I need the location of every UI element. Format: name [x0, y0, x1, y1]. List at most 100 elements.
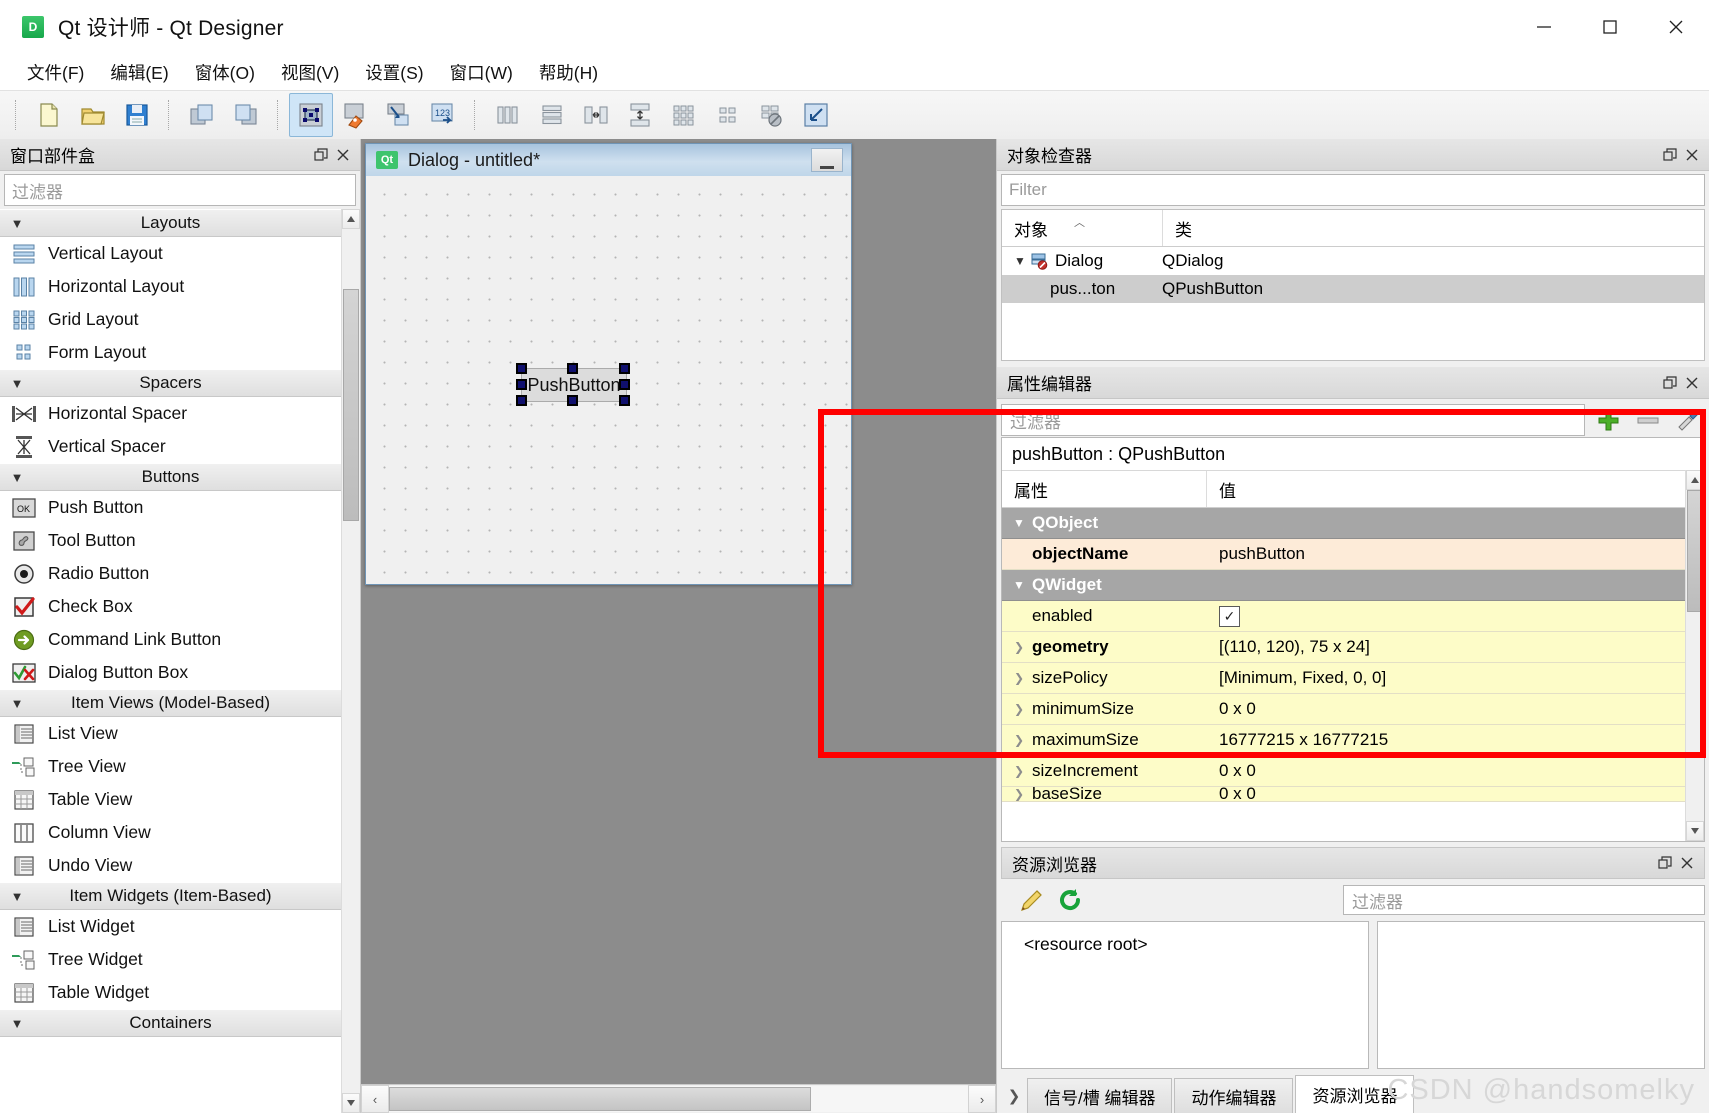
property-group-qwidget[interactable]: ▼ QWidget	[1002, 570, 1704, 601]
minimize-button[interactable]	[1511, 0, 1577, 54]
chevron-down-icon[interactable]: ▼	[1008, 516, 1030, 530]
widget-item-dialog-button-box[interactable]: Dialog Button Box	[0, 656, 341, 689]
widget-category-containers[interactable]: ▼ Containers	[0, 1009, 341, 1037]
form-canvas[interactable]: PushButton	[366, 176, 851, 584]
close-icon[interactable]	[332, 144, 354, 166]
new-file-icon[interactable]	[27, 93, 71, 137]
property-row-minimumsize[interactable]: ❯ minimumSize 0 x 0	[1002, 694, 1704, 725]
widget-item-form-layout[interactable]: Form Layout	[0, 336, 341, 369]
menu-window[interactable]: 窗口(W)	[437, 56, 526, 89]
reload-refresh-icon[interactable]	[1051, 883, 1089, 917]
edit-widgets-icon[interactable]	[289, 93, 333, 137]
widget-item-push-button[interactable]: OK Push Button	[0, 491, 341, 524]
float-icon[interactable]	[1659, 144, 1681, 166]
chevron-right-icon[interactable]: ❯	[1008, 702, 1030, 716]
object-column-header[interactable]: 对象 ︿	[1002, 210, 1163, 246]
property-row-sizeincrement[interactable]: ❯ sizeIncrement 0 x 0	[1002, 756, 1704, 787]
widget-category-item-views[interactable]: ▼ Item Views (Model-Based)	[0, 689, 341, 717]
layout-form-icon[interactable]	[706, 93, 750, 137]
tree-row[interactable]: pus...ton QPushButton	[1002, 275, 1704, 303]
maximize-button[interactable]	[1577, 0, 1643, 54]
edit-signals-slots-icon[interactable]	[333, 93, 377, 137]
layout-splitter-v-icon[interactable]	[618, 93, 662, 137]
chevron-right-icon[interactable]: ❯	[1008, 787, 1030, 801]
property-row-maximumsize[interactable]: ❯ maximumSize 16777215 x 16777215	[1002, 725, 1704, 756]
chevron-down-icon[interactable]: ▼	[1010, 254, 1030, 268]
chevron-right-icon[interactable]: ❯	[1008, 640, 1030, 654]
edit-buddies-icon[interactable]	[377, 93, 421, 137]
chevron-right-icon[interactable]: ❯	[1008, 671, 1030, 685]
menu-edit[interactable]: 编辑(E)	[97, 56, 181, 89]
configure-icon[interactable]	[1671, 405, 1705, 435]
scrollbar-thumb[interactable]	[1687, 490, 1703, 612]
scroll-up-icon[interactable]	[1686, 470, 1704, 490]
edit-tab-order-icon[interactable]: 123	[421, 93, 465, 137]
close-icon[interactable]	[1681, 372, 1703, 394]
widget-box-scrollbar[interactable]	[341, 209, 360, 1113]
form-area-hscrollbar[interactable]: ‹ ›	[361, 1084, 996, 1113]
add-icon[interactable]	[1591, 405, 1625, 435]
property-table-scrollbar[interactable]	[1685, 470, 1704, 841]
resize-handle-middle-right[interactable]	[619, 379, 630, 390]
widget-item-horizontal-spacer[interactable]: Horizontal Spacer	[0, 397, 341, 430]
layout-grid-icon[interactable]	[662, 93, 706, 137]
tab-signal-slot-editor[interactable]: 信号/槽 编辑器	[1027, 1078, 1173, 1113]
remove-icon[interactable]	[1631, 405, 1665, 435]
widget-item-list-view[interactable]: List View	[0, 717, 341, 750]
float-icon[interactable]	[1659, 372, 1681, 394]
property-row-enabled[interactable]: enabled ✓	[1002, 601, 1704, 632]
resize-handle-bottom-right[interactable]	[619, 395, 630, 406]
redo-icon[interactable]	[224, 93, 268, 137]
resize-handle-bottom-left[interactable]	[516, 395, 527, 406]
menu-view[interactable]: 视图(V)	[268, 56, 352, 89]
open-file-icon[interactable]	[71, 93, 115, 137]
menu-settings[interactable]: 设置(S)	[352, 56, 436, 89]
tab-scroll-right-icon[interactable]: ❯	[1001, 1079, 1027, 1113]
resize-handle-middle-left[interactable]	[516, 379, 527, 390]
tree-row[interactable]: ▼ Dialog QDialog	[1002, 247, 1704, 275]
scroll-down-icon[interactable]	[342, 1093, 360, 1113]
chevron-down-icon[interactable]: ▼	[1008, 578, 1030, 592]
property-value[interactable]: 16777215 x 16777215	[1207, 730, 1704, 750]
tab-action-editor[interactable]: 动作编辑器	[1174, 1078, 1294, 1113]
property-value[interactable]: 0 x 0	[1207, 787, 1704, 801]
widget-item-table-view[interactable]: Table View	[0, 783, 341, 816]
pencil-edit-icon[interactable]	[1013, 883, 1051, 917]
widget-item-command-link-button[interactable]: Command Link Button	[0, 623, 341, 656]
adjust-size-icon[interactable]	[794, 93, 838, 137]
property-filter-input[interactable]: 过滤器	[1001, 404, 1585, 436]
resize-handle-top-left[interactable]	[516, 363, 527, 374]
widget-item-column-view[interactable]: Column View	[0, 816, 341, 849]
close-icon[interactable]	[1681, 144, 1703, 166]
resize-handle-top-center[interactable]	[567, 363, 578, 374]
float-icon[interactable]	[1654, 852, 1676, 874]
property-column-header[interactable]: 属性	[1002, 471, 1207, 507]
scroll-down-icon[interactable]	[1686, 821, 1704, 841]
undo-icon[interactable]	[180, 93, 224, 137]
property-value[interactable]: [(110, 120), 75 x 24]	[1207, 637, 1704, 657]
layout-horizontally-icon[interactable]	[486, 93, 530, 137]
save-file-icon[interactable]	[115, 93, 159, 137]
resource-filter-input[interactable]: 过滤器	[1343, 885, 1705, 915]
property-group-qobject[interactable]: ▼ QObject	[1002, 508, 1704, 539]
resize-handle-top-right[interactable]	[619, 363, 630, 374]
menu-help[interactable]: 帮助(H)	[526, 56, 611, 89]
chevron-right-icon[interactable]: ❯	[1008, 733, 1030, 747]
layout-splitter-h-icon[interactable]	[574, 93, 618, 137]
property-value[interactable]: [Minimum, Fixed, 0, 0]	[1207, 668, 1704, 688]
widget-box-filter-input[interactable]: 过滤器	[4, 174, 356, 206]
class-column-header[interactable]: 类	[1163, 210, 1192, 246]
widget-item-vertical-spacer[interactable]: Vertical Spacer	[0, 430, 341, 463]
resource-tree[interactable]: <resource root>	[1001, 921, 1369, 1069]
menu-file[interactable]: 文件(F)	[14, 56, 97, 89]
float-icon[interactable]	[310, 144, 332, 166]
form-window[interactable]: Qt Dialog - untitled* PushButton	[365, 143, 852, 585]
property-row-geometry[interactable]: ❯ geometry [(110, 120), 75 x 24]	[1002, 632, 1704, 663]
widget-item-undo-view[interactable]: Undo View	[0, 849, 341, 882]
resize-handle-bottom-center[interactable]	[567, 395, 578, 406]
chevron-right-icon[interactable]: ❯	[1008, 764, 1030, 778]
property-row-basesize[interactable]: ❯ baseSize 0 x 0	[1002, 787, 1704, 802]
widget-item-list-widget[interactable]: List Widget	[0, 910, 341, 943]
resource-preview-pane[interactable]	[1377, 921, 1705, 1069]
scroll-up-icon[interactable]	[342, 209, 360, 229]
